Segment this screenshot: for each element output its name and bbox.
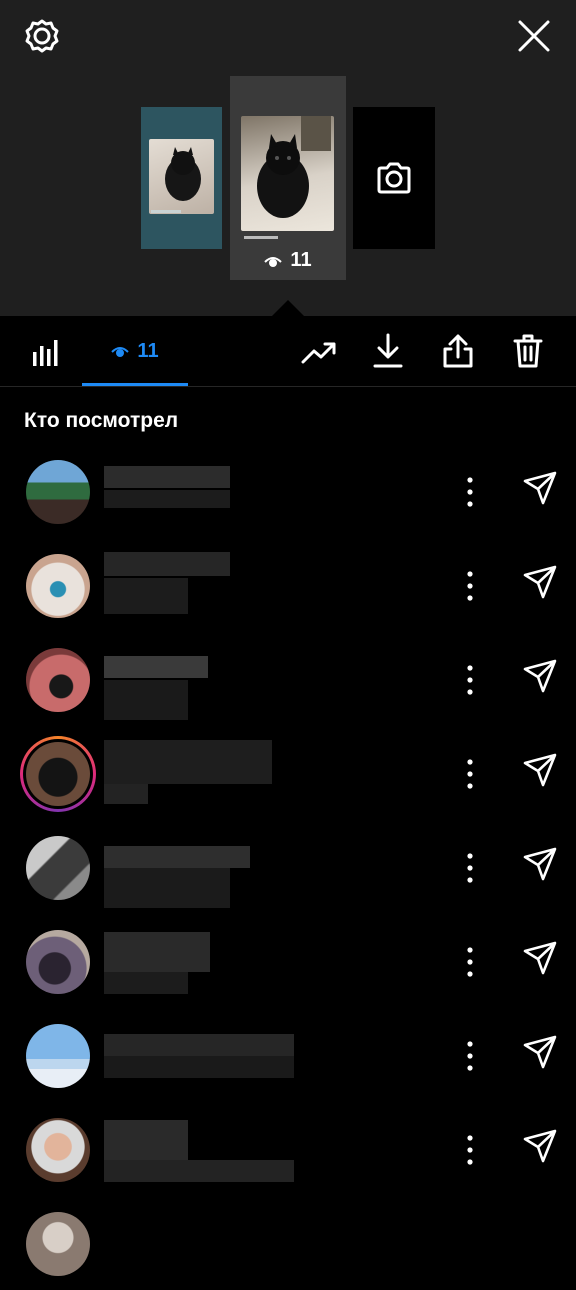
- viewer-row[interactable]: [0, 1196, 576, 1290]
- viewer-name-redacted: [104, 1120, 188, 1160]
- story-toolbar: 11: [0, 316, 576, 387]
- send-icon[interactable]: [520, 656, 560, 696]
- close-icon: [518, 20, 550, 52]
- avatar[interactable]: [26, 836, 90, 900]
- viewer-name-redacted: [104, 740, 272, 784]
- viewer-row[interactable]: [0, 632, 576, 726]
- selection-pointer: [272, 300, 304, 316]
- send-icon[interactable]: [520, 562, 560, 602]
- more-options-icon[interactable]: [462, 1036, 478, 1076]
- send-icon[interactable]: [520, 1032, 560, 1072]
- send-icon[interactable]: [520, 1126, 560, 1166]
- eye-icon: [264, 256, 283, 267]
- avatar[interactable]: [26, 1024, 90, 1088]
- viewer-subtitle-redacted: [104, 1160, 294, 1182]
- send-icon[interactable]: [520, 750, 560, 790]
- avatar[interactable]: [26, 460, 90, 524]
- viewer-name-redacted: [104, 932, 210, 972]
- story-thumbnail-previous[interactable]: [141, 107, 222, 249]
- more-options-icon[interactable]: [462, 848, 478, 888]
- avatar[interactable]: [26, 554, 90, 618]
- avatar[interactable]: [26, 648, 90, 712]
- viewer-name-redacted: [104, 656, 208, 678]
- more-options-icon[interactable]: [462, 754, 478, 794]
- viewer-name-redacted: [104, 552, 230, 576]
- viewer-row[interactable]: [0, 1008, 576, 1102]
- trending-up-icon: [301, 342, 336, 364]
- send-icon[interactable]: [520, 844, 560, 884]
- dog-photo-icon: [165, 147, 201, 201]
- more-options-icon[interactable]: [462, 1130, 478, 1170]
- send-icon[interactable]: [520, 468, 560, 508]
- viewer-row[interactable]: [0, 820, 576, 914]
- close-button[interactable]: [514, 16, 554, 56]
- viewer-row[interactable]: [0, 726, 576, 820]
- promote-button[interactable]: [298, 332, 340, 372]
- story-preview-area: 11: [0, 0, 576, 316]
- story-photo: [241, 116, 334, 231]
- viewer-subtitle-redacted: [104, 868, 230, 908]
- delete-button[interactable]: [508, 330, 548, 372]
- viewer-row[interactable]: [0, 914, 576, 1008]
- avatar[interactable]: [26, 1118, 90, 1182]
- download-icon: [373, 333, 403, 368]
- share-button[interactable]: [438, 330, 478, 372]
- trash-icon: [513, 334, 543, 368]
- avatar[interactable]: [26, 930, 90, 994]
- viewer-subtitle-redacted: [104, 578, 188, 614]
- active-tab-indicator: [82, 383, 188, 386]
- viewer-name-redacted: [104, 846, 250, 868]
- story-thumbnail-current[interactable]: 11: [230, 76, 346, 280]
- tab-viewers-count: 11: [137, 339, 159, 362]
- story-caption: [244, 236, 278, 239]
- avatar[interactable]: [26, 742, 90, 806]
- story-view-count: 11: [230, 249, 346, 272]
- viewer-subtitle-redacted: [104, 784, 148, 804]
- viewer-subtitle-redacted: [104, 1056, 294, 1078]
- viewer-subtitle-redacted: [104, 490, 230, 508]
- more-options-icon[interactable]: [462, 942, 478, 982]
- avatar[interactable]: [26, 1212, 90, 1276]
- story-caption: [151, 210, 181, 213]
- dog-photo-icon: [257, 116, 331, 218]
- viewer-name-redacted: [104, 1034, 294, 1056]
- viewer-row[interactable]: [0, 1102, 576, 1196]
- gear-icon: [25, 19, 59, 53]
- viewer-subtitle-redacted: [104, 680, 188, 720]
- more-options-icon[interactable]: [462, 566, 478, 606]
- viewer-name-redacted: [104, 466, 230, 488]
- insights-button[interactable]: [26, 332, 66, 372]
- share-icon: [443, 334, 473, 368]
- viewers-section-title: Кто посмотрел: [24, 409, 179, 432]
- camera-icon: [377, 162, 411, 194]
- viewer-row[interactable]: [0, 444, 576, 538]
- more-options-icon[interactable]: [462, 472, 478, 512]
- viewer-subtitle-redacted: [104, 972, 188, 994]
- send-icon[interactable]: [520, 938, 560, 978]
- viewer-row[interactable]: [0, 538, 576, 632]
- settings-button[interactable]: [22, 16, 62, 56]
- more-options-icon[interactable]: [462, 660, 478, 700]
- story-photo: [149, 139, 214, 214]
- tab-viewers[interactable]: 11: [82, 316, 188, 386]
- eye-icon: [111, 347, 130, 357]
- download-button[interactable]: [368, 330, 408, 372]
- bar-chart-icon: [33, 340, 58, 366]
- story-view-count-value: 11: [290, 249, 312, 271]
- add-story-button[interactable]: [353, 107, 435, 249]
